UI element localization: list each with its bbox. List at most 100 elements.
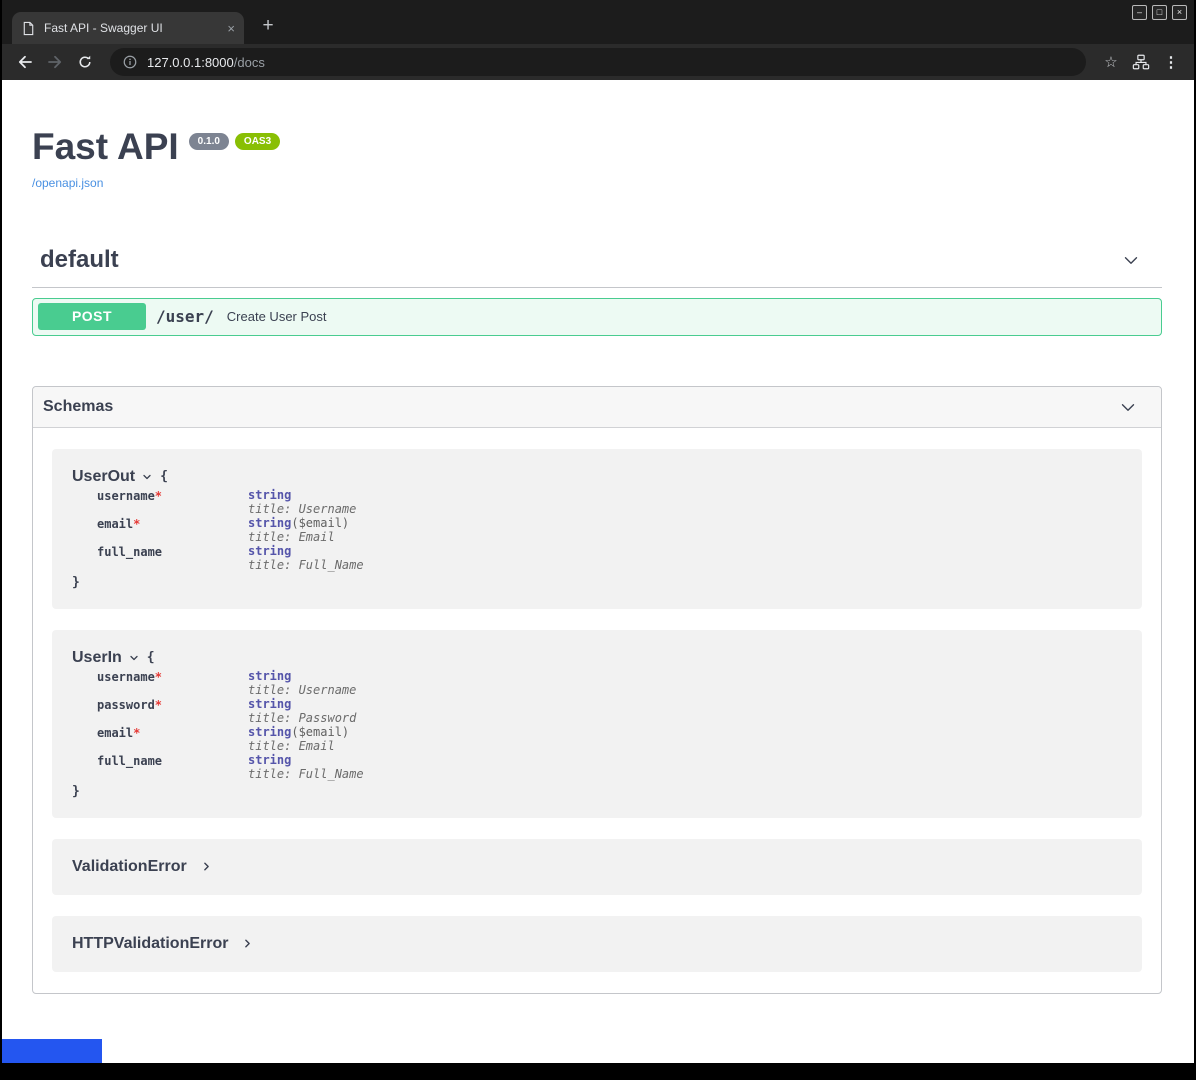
swagger-page: Fast API 0.1.0 OAS3 /openapi.json defaul… xyxy=(2,80,1194,1080)
property-definition: string($email)title: Email xyxy=(248,516,349,544)
property-definition: stringtitle: Full_Name xyxy=(248,544,364,572)
tag-section-default[interactable]: default xyxy=(32,246,1162,288)
property-title: title: Password xyxy=(248,711,356,725)
endpoint-summary: Create User Post xyxy=(227,309,327,324)
model-property: email*string($email)title: Email xyxy=(97,725,1122,753)
model-ValidationError: ValidationError xyxy=(52,839,1142,895)
site-info-icon[interactable] xyxy=(122,54,138,70)
reload-button[interactable] xyxy=(72,49,98,75)
schemas-title: Schemas xyxy=(43,398,113,416)
url-path: /docs xyxy=(234,55,265,70)
required-star: * xyxy=(155,670,162,684)
browser-tab[interactable]: Fast API - Swagger UI × xyxy=(12,12,244,44)
model-head: UserIn{ xyxy=(72,649,1122,667)
window-controls: – □ × xyxy=(1132,5,1187,20)
property-name: email* xyxy=(97,516,248,544)
property-definition: stringtitle: Username xyxy=(248,669,356,697)
close-brace: } xyxy=(72,575,1122,590)
api-info: Fast API 0.1.0 OAS3 xyxy=(32,128,1162,167)
sitemap-icon[interactable] xyxy=(1128,49,1154,75)
url-host: 127.0.0.1:8000 xyxy=(147,55,234,70)
property-title: title: Full_Name xyxy=(248,767,364,781)
model-name: UserIn xyxy=(72,649,122,667)
model-properties: username*stringtitle: Usernamepassword*s… xyxy=(97,669,1122,781)
required-star: * xyxy=(155,489,162,503)
chevron-down-icon xyxy=(141,471,153,483)
open-brace: { xyxy=(160,469,168,484)
model-toggle[interactable]: UserOut xyxy=(72,468,153,486)
property-type: string xyxy=(248,669,291,683)
property-definition: string($email)title: Email xyxy=(248,725,349,753)
property-title: title: Full_Name xyxy=(248,558,364,572)
status-popup xyxy=(2,1039,102,1063)
required-star: * xyxy=(133,517,140,531)
property-type: string xyxy=(248,725,291,739)
tag-name: default xyxy=(40,246,119,274)
browser-menu-icon[interactable]: ⋮ xyxy=(1158,49,1184,75)
model-toggle[interactable]: HTTPValidationError xyxy=(72,935,254,953)
address-bar[interactable]: 127.0.0.1:8000/docs xyxy=(110,48,1086,76)
property-name: email* xyxy=(97,725,248,753)
model-toggle[interactable]: ValidationError xyxy=(72,858,213,876)
openapi-spec-link[interactable]: /openapi.json xyxy=(32,176,103,190)
close-brace: } xyxy=(72,784,1122,799)
new-tab-button[interactable]: + xyxy=(254,13,282,41)
model-toggle[interactable]: UserIn xyxy=(72,649,140,667)
property-type: string xyxy=(248,544,291,558)
property-type: string xyxy=(248,488,291,502)
forward-button[interactable] xyxy=(42,49,68,75)
chevron-down-icon xyxy=(1120,249,1142,271)
titlebar: Fast API - Swagger UI × + – □ × xyxy=(2,0,1194,44)
maximize-button[interactable]: □ xyxy=(1152,5,1167,20)
browser-toolbar: 127.0.0.1:8000/docs ☆ ⋮ xyxy=(2,44,1194,80)
model-HTTPValidationError: HTTPValidationError xyxy=(52,916,1142,972)
chevron-right-icon xyxy=(241,937,254,950)
http-method-badge: POST xyxy=(38,303,146,330)
bottom-strip xyxy=(2,1063,1194,1080)
property-definition: stringtitle: Full_Name xyxy=(248,753,364,781)
property-name: password* xyxy=(97,697,248,725)
opblock-post-user[interactable]: POST /user/ Create User Post xyxy=(32,298,1162,336)
property-name: full_name xyxy=(97,544,248,572)
chevron-right-icon xyxy=(200,860,213,873)
schemas-section: Schemas UserOut{username*stringtitle: Us… xyxy=(32,386,1162,994)
version-badge: 0.1.0 xyxy=(189,133,229,150)
back-button[interactable] xyxy=(12,49,38,75)
url-text: 127.0.0.1:8000/docs xyxy=(147,55,265,70)
reload-icon xyxy=(76,53,94,71)
model-name: ValidationError xyxy=(72,858,187,876)
model-property: password*stringtitle: Password xyxy=(97,697,1122,725)
bookmark-star-icon[interactable]: ☆ xyxy=(1098,49,1124,75)
endpoint-path: /user/ xyxy=(156,307,214,326)
property-name: username* xyxy=(97,669,248,697)
tab-title: Fast API - Swagger UI xyxy=(44,21,219,35)
browser-window: Fast API - Swagger UI × + – □ × 127.0.0.… xyxy=(0,0,1196,1080)
forward-arrow-icon xyxy=(45,52,65,72)
schemas-header[interactable]: Schemas xyxy=(33,387,1161,428)
property-definition: stringtitle: Password xyxy=(248,697,356,725)
minimize-button[interactable]: – xyxy=(1132,5,1147,20)
property-format: ($email) xyxy=(291,725,349,739)
page-favicon-icon xyxy=(21,21,36,36)
tab-close-icon[interactable]: × xyxy=(227,22,235,35)
model-property: full_namestringtitle: Full_Name xyxy=(97,753,1122,781)
model-name: UserOut xyxy=(72,468,135,486)
property-name: full_name xyxy=(97,753,248,781)
property-format: ($email) xyxy=(291,516,349,530)
close-button[interactable]: × xyxy=(1172,5,1187,20)
property-name: username* xyxy=(97,488,248,516)
property-definition: stringtitle: Username xyxy=(248,488,356,516)
schemas-model-list: UserOut{username*stringtitle: Usernameem… xyxy=(33,428,1161,972)
required-star: * xyxy=(133,726,140,740)
back-arrow-icon xyxy=(15,52,35,72)
model-properties: username*stringtitle: Usernameemail*stri… xyxy=(97,488,1122,572)
model-name: HTTPValidationError xyxy=(72,935,228,953)
chevron-down-icon xyxy=(1117,396,1139,418)
property-title: title: Username xyxy=(248,502,356,516)
property-title: title: Username xyxy=(248,683,356,697)
property-type: string xyxy=(248,516,291,530)
property-title: title: Email xyxy=(248,739,349,753)
property-type: string xyxy=(248,753,291,767)
model-UserIn: UserIn{username*stringtitle: Usernamepas… xyxy=(52,630,1142,818)
model-property: username*stringtitle: Username xyxy=(97,488,1122,516)
